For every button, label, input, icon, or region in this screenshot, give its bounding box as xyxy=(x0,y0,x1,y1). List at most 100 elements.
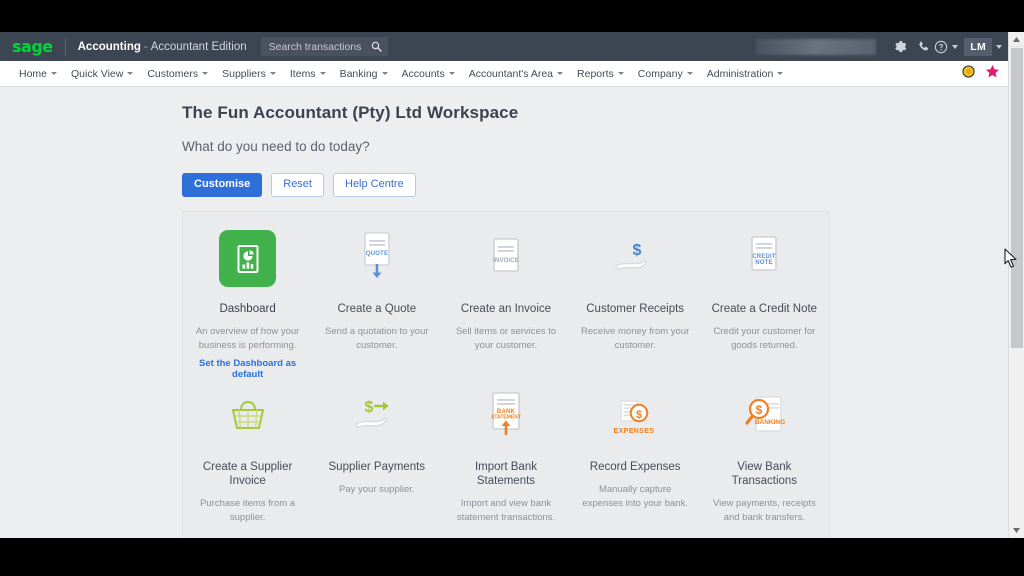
tile-description: Send a quotation to your customer. xyxy=(325,326,429,351)
scrollbar-thumb[interactable] xyxy=(1011,48,1023,348)
help-chevron-down-icon[interactable] xyxy=(952,44,959,49)
chevron-down-icon xyxy=(686,72,693,75)
tile-view-bank-transactions[interactable]: BANKING $ View Bank Transactions View pa… xyxy=(700,380,829,525)
nav-item-home[interactable]: Home xyxy=(12,61,64,86)
svg-text:$: $ xyxy=(364,399,373,416)
svg-text:INVOICE: INVOICE xyxy=(493,258,519,264)
nav-item-company[interactable]: Company xyxy=(631,61,700,86)
nav-item-accountants-area[interactable]: Accountant's Area xyxy=(462,61,570,86)
shopping-basket-icon xyxy=(189,386,306,448)
redacted-company-field xyxy=(756,38,877,55)
help-centre-button[interactable]: Help Centre xyxy=(333,173,416,197)
dashboard-report-icon xyxy=(189,228,306,290)
tile-description: Purchase items from a supplier. xyxy=(200,498,296,524)
tile-description: Manually capture expenses into your bank… xyxy=(582,483,688,509)
tile-company-settings[interactable] xyxy=(571,525,700,538)
chevron-down-icon xyxy=(381,72,388,75)
tile-title: Import Bank Statements xyxy=(474,460,537,487)
sage-logo[interactable]: sage xyxy=(12,38,65,55)
avatar-chevron-down-icon[interactable] xyxy=(996,44,1002,49)
nav-label: Home xyxy=(19,67,48,80)
tile-create-a-credit-note[interactable]: CREDIT NOTE Create a Credit Note Credit … xyxy=(700,222,829,380)
nav-item-items[interactable]: Items xyxy=(283,61,333,86)
svg-text:$: $ xyxy=(636,409,642,421)
tile-title: Record Expenses xyxy=(589,460,681,473)
nav-item-accounts[interactable]: Accounts xyxy=(395,61,462,86)
nav-label: Reports xyxy=(577,67,614,80)
chevron-down-icon xyxy=(448,72,455,75)
tile-description: Pay your supplier. xyxy=(339,483,415,495)
tile-description: An overview of how your business is perf… xyxy=(195,326,300,351)
chevron-down-icon xyxy=(777,72,784,75)
credit-note-document-icon: CREDIT NOTE xyxy=(706,228,823,290)
statement-document-icon: STATEMENT xyxy=(189,531,306,538)
tile-record-expenses[interactable]: $ EXPENSES Record Expenses Manually capt… xyxy=(571,380,700,525)
workspace-page: The Fun Accountant (Pty) Ltd Workspace W… xyxy=(0,87,1024,538)
set-dashboard-default-link[interactable]: Set the Dashboard as default xyxy=(189,358,306,380)
chevron-down-icon xyxy=(617,72,624,75)
tile-create-a-quote[interactable]: QUOTE Create a Quote Send a quotation to… xyxy=(312,222,441,380)
nav-label: Company xyxy=(637,67,683,80)
chevron-down-icon xyxy=(269,72,276,75)
nav-item-reports[interactable]: Reports xyxy=(570,61,631,86)
star-icon[interactable] xyxy=(985,64,1000,84)
nav-item-quick-view[interactable]: Quick View xyxy=(64,61,140,86)
trend-report-document-icon xyxy=(318,531,435,538)
workspace-tile-grid: Dashboard An overview of how your busine… xyxy=(183,222,829,538)
tile-description: View payments, receipts and bank transfe… xyxy=(712,498,816,524)
phone-icon[interactable] xyxy=(912,32,934,61)
search-transactions-box[interactable]: Search transactions xyxy=(260,37,389,56)
tile-description: Sell items or services to your customer. xyxy=(455,326,557,351)
expenses-icon: $ EXPENSES xyxy=(577,386,694,448)
action-button-row: Customise Reset Help Centre xyxy=(182,173,1024,197)
coin-icon[interactable] xyxy=(961,64,976,84)
nav-item-banking[interactable]: Banking xyxy=(333,61,395,86)
workspace-content: The Fun Accountant (Pty) Ltd Workspace W… xyxy=(0,103,1024,538)
bank-search-icon: BANKING $ xyxy=(706,386,823,448)
tile-customer-receipts[interactable]: $ Customer Receipts Receive money from y… xyxy=(571,222,700,380)
search-icon[interactable] xyxy=(371,41,383,52)
nav-item-administration[interactable]: Administration xyxy=(700,61,791,86)
tile-customer-statements[interactable]: STATEMENT xyxy=(183,525,312,538)
tile-outstanding[interactable]: OUTSTANDING xyxy=(700,525,829,538)
scroll-up-arrow[interactable] xyxy=(1009,32,1024,47)
tile-title: Create a Credit Note xyxy=(711,302,818,315)
tile-create-a-supplier-invoice[interactable]: Create a Supplier Invoice Purchase items… xyxy=(183,380,312,525)
logo-divider xyxy=(64,37,66,56)
workspace-tile-card: Dashboard An overview of how your busine… xyxy=(182,210,830,538)
tile-create-an-invoice[interactable]: INVOICE Create an Invoice Sell items or … xyxy=(441,222,570,380)
reset-button[interactable]: Reset xyxy=(271,173,324,197)
gear-icon[interactable] xyxy=(890,32,912,61)
tile-description: Import and view bank statement transacti… xyxy=(456,498,556,524)
tile-title: Create a Supplier Invoice xyxy=(202,460,293,487)
top-bar-right-controls: LM xyxy=(756,32,1024,61)
customise-button[interactable]: Customise xyxy=(182,173,263,197)
gear-settings-icon xyxy=(577,531,694,538)
help-circle-icon[interactable] xyxy=(934,32,959,61)
page-scrollbar[interactable] xyxy=(1008,32,1024,538)
tile-trial-balance[interactable] xyxy=(441,525,570,538)
search-input[interactable]: Search transactions xyxy=(269,41,362,53)
tile-dashboard[interactable]: Dashboard An overview of how your busine… xyxy=(183,222,312,380)
avatar[interactable]: LM xyxy=(964,37,992,56)
chevron-down-icon xyxy=(202,72,209,75)
nav-item-customers[interactable]: Customers xyxy=(140,61,215,86)
chevron-down-icon xyxy=(557,72,564,75)
tile-title: View Bank Transactions xyxy=(731,460,798,487)
scroll-down-arrow[interactable] xyxy=(1009,523,1024,538)
chevron-down-icon xyxy=(51,72,58,75)
tile-title: Dashboard xyxy=(219,302,276,315)
quote-document-icon: QUOTE xyxy=(318,228,435,290)
svg-text:BANKING: BANKING xyxy=(755,419,785,426)
nav-item-suppliers[interactable]: Suppliers xyxy=(215,61,283,86)
balance-scales-document-icon xyxy=(447,531,564,538)
tile-supplier-payments[interactable]: $ Supplier Payments Pay your supplier. xyxy=(312,380,441,525)
page-subtitle: What do you need to do today? xyxy=(182,139,370,154)
tile-import-bank-statements[interactable]: BANK STATEMENT Import Bank Statements Im… xyxy=(441,380,570,525)
tile-description: Receive money from your customer. xyxy=(581,326,690,351)
app-top-bar: sage Accounting - Accountant Edition Sea… xyxy=(0,32,1024,61)
tile-title: Create a Quote xyxy=(337,302,417,315)
nav-label: Suppliers xyxy=(222,67,266,80)
tile-trend-report[interactable] xyxy=(312,525,441,538)
invoice-document-icon: INVOICE xyxy=(447,228,564,290)
